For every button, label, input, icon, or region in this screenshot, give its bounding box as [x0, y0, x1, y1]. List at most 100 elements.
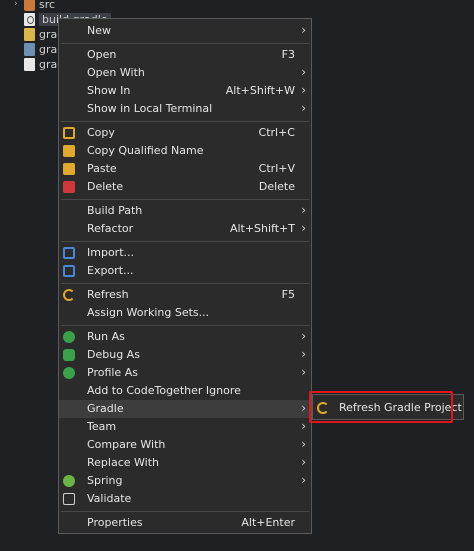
- menu-item-label: Assign Working Sets...: [87, 306, 210, 319]
- submenu-arrow-icon: ›: [301, 65, 306, 79]
- menu-item-profile-as[interactable]: Profile As ›: [59, 364, 311, 382]
- menu-item-label: Open: [87, 48, 117, 61]
- expand-arrow-icon[interactable]: ›: [14, 0, 24, 9]
- menu-item-shortcut: Delete: [258, 180, 295, 193]
- menu-item-spring[interactable]: Spring ›: [59, 472, 311, 490]
- menu-item-validate[interactable]: Validate: [59, 490, 311, 508]
- menu-item-label: Profile As: [87, 366, 138, 379]
- submenu-arrow-icon: ›: [301, 221, 306, 235]
- run-icon: [63, 331, 75, 343]
- paste-icon: [63, 163, 75, 175]
- menu-item-show-in-local-terminal[interactable]: Show in Local Terminal ›: [59, 100, 311, 118]
- menu-item-shortcut: Alt+Shift+W: [225, 84, 295, 97]
- refresh-icon: [63, 289, 75, 301]
- menu-item-paste[interactable]: Paste Ctrl+V: [59, 160, 311, 178]
- menu-item-label: Paste: [87, 162, 117, 175]
- file-icon: [24, 57, 35, 71]
- menu-item-label: Compare With: [87, 438, 166, 451]
- menu-separator: [61, 241, 309, 242]
- delete-icon: [63, 181, 75, 193]
- menu-item-copy[interactable]: Copy Ctrl+C: [59, 124, 311, 142]
- menu-separator: [61, 325, 309, 326]
- menu-item-label: Team: [87, 420, 117, 433]
- menu-item-shortcut: Alt+Enter: [241, 516, 295, 529]
- submenu-arrow-icon: ›: [301, 419, 306, 433]
- menu-item-gradle[interactable]: Gradle ›: [59, 400, 311, 418]
- menu-item-open-with[interactable]: Open With ›: [59, 64, 311, 82]
- menu-item-copy-qualified-name[interactable]: Copy Qualified Name: [59, 142, 311, 160]
- menu-item-shortcut: Ctrl+V: [258, 162, 295, 175]
- menu-item-label: Refresh: [87, 288, 129, 301]
- menu-item-label: Show in Local Terminal: [87, 102, 213, 115]
- menu-item-label: Properties: [87, 516, 143, 529]
- validate-checkbox-icon: [63, 493, 75, 505]
- menu-item-label: Debug As: [87, 348, 140, 361]
- menu-item-properties[interactable]: Properties Alt+Enter: [59, 514, 311, 532]
- submenu-arrow-icon: ›: [301, 365, 306, 379]
- menu-item-open[interactable]: Open F3: [59, 46, 311, 64]
- profile-icon: [63, 367, 75, 379]
- submenu-arrow-icon: ›: [301, 101, 306, 115]
- submenu-arrow-icon: ›: [301, 347, 306, 361]
- menu-separator: [61, 121, 309, 122]
- submenu-arrow-icon: ›: [301, 473, 306, 487]
- menu-item-run-as[interactable]: Run As ›: [59, 328, 311, 346]
- menu-item-label: Delete: [87, 180, 124, 193]
- menu-separator: [61, 511, 309, 512]
- menu-item-build-path[interactable]: Build Path ›: [59, 202, 311, 220]
- tree-item-gradle-folder[interactable]: grad: [14, 26, 64, 42]
- menu-separator: [61, 43, 309, 44]
- menu-item-label: Replace With: [87, 456, 159, 469]
- gradle-file-icon: [24, 12, 35, 26]
- menu-item-label: Import...: [87, 246, 134, 259]
- submenu-arrow-icon: ›: [301, 83, 306, 97]
- submenu-arrow-icon: ›: [301, 437, 306, 451]
- file-icon: [24, 42, 35, 56]
- menu-item-assign-working-sets[interactable]: Assign Working Sets...: [59, 304, 311, 322]
- menu-item-export[interactable]: Export...: [59, 262, 311, 280]
- menu-item-debug-as[interactable]: Debug As ›: [59, 346, 311, 364]
- menu-item-label: Copy: [87, 126, 115, 139]
- submenu-arrow-icon: ›: [301, 203, 306, 217]
- submenu-arrow-icon: ›: [301, 401, 306, 415]
- context-menu: New › Open F3 Open With › Show In Alt+Sh…: [58, 18, 312, 534]
- menu-item-label: Copy Qualified Name: [87, 144, 204, 157]
- menu-item-add-to-codetogether-ignore[interactable]: Add to CodeTogether Ignore: [59, 382, 311, 400]
- menu-item-import[interactable]: Import...: [59, 244, 311, 262]
- menu-item-shortcut: Ctrl+C: [258, 126, 295, 139]
- copy-icon: [63, 127, 75, 139]
- menu-item-new[interactable]: New ›: [59, 22, 311, 40]
- submenu-arrow-icon: ›: [301, 455, 306, 469]
- menu-item-label: Spring: [87, 474, 123, 487]
- folder-icon: [24, 27, 35, 41]
- debug-bug-icon: [63, 349, 75, 361]
- menu-item-label: New: [87, 24, 111, 37]
- menu-item-label: Show In: [87, 84, 131, 97]
- menu-item-delete[interactable]: Delete Delete: [59, 178, 311, 196]
- menu-item-label: Add to CodeTogether Ignore: [87, 384, 241, 397]
- import-icon: [63, 247, 75, 259]
- menu-separator: [61, 283, 309, 284]
- submenu-arrow-icon: ›: [301, 329, 306, 343]
- menu-item-label: Validate: [87, 492, 132, 505]
- menu-item-label: Gradle: [87, 402, 124, 415]
- submenu-arrow-icon: ›: [301, 23, 306, 37]
- folder-icon: [24, 0, 35, 11]
- menu-item-refactor[interactable]: Refactor Alt+Shift+T ›: [59, 220, 311, 238]
- menu-separator: [61, 199, 309, 200]
- menu-item-show-in[interactable]: Show In Alt+Shift+W ›: [59, 82, 311, 100]
- menu-item-label: Export...: [87, 264, 134, 277]
- menu-item-label: Build Path: [87, 204, 143, 217]
- tree-item-gradlew-bat[interactable]: grad: [14, 56, 64, 72]
- menu-item-shortcut: F5: [281, 288, 295, 301]
- menu-item-refresh[interactable]: Refresh F5: [59, 286, 311, 304]
- menu-item-compare-with[interactable]: Compare With ›: [59, 436, 311, 454]
- copy-qualified-name-icon: [63, 145, 75, 157]
- spring-leaf-icon: [63, 475, 75, 487]
- menu-item-replace-with[interactable]: Replace With ›: [59, 454, 311, 472]
- menu-item-label: Run As: [87, 330, 125, 343]
- menu-item-team[interactable]: Team ›: [59, 418, 311, 436]
- tree-item-gradlew[interactable]: grad: [14, 41, 64, 57]
- menu-item-shortcut: F3: [281, 48, 295, 61]
- menu-item-shortcut: Alt+Shift+T: [229, 222, 295, 235]
